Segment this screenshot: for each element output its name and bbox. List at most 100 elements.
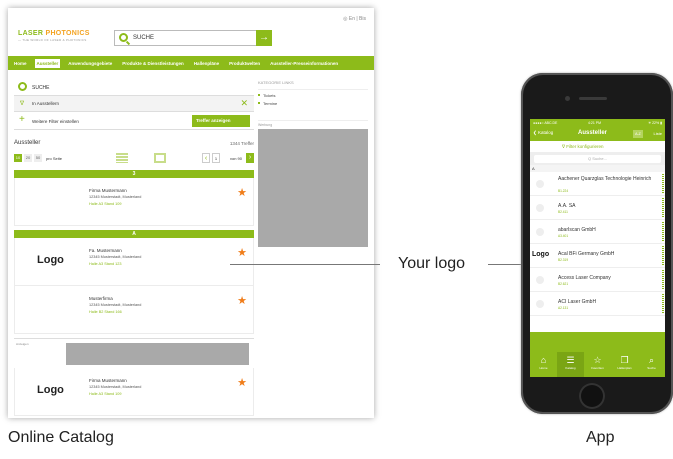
- tab-hallenplan[interactable]: ❐ Hallenplan: [611, 352, 638, 377]
- az-toggle[interactable]: A-Z: [633, 130, 643, 138]
- exhibitor-hall[interactable]: Halle A3 Stand 109: [89, 392, 122, 396]
- sidebar: KATEGORIE LINKS Tickets Termine Werbung: [258, 80, 368, 247]
- exhibitor-name: Access Laser Company: [558, 275, 611, 281]
- site-search[interactable]: SUCHE →: [114, 30, 272, 46]
- nav-anwendungsgebiete[interactable]: Anwendungsgebiete: [66, 59, 114, 68]
- map-icon: ❐: [620, 355, 629, 365]
- show-results-button[interactable]: Treffer anzeigen: [192, 115, 250, 127]
- list-search[interactable]: SUCHE: [14, 80, 254, 96]
- logo-placeholder-icon: [536, 276, 544, 284]
- pagination: 10 20 50 pro Seite ‹ 1 von 90 ›: [14, 152, 254, 166]
- home-icon: ⌂: [540, 355, 547, 365]
- exhibitor-hall: B2.621: [558, 282, 569, 286]
- configure-filter-button[interactable]: ∇ Filter konfigurieren: [562, 144, 604, 150]
- nav-presseinformationen[interactable]: Aussteller-Presseinformationen: [268, 59, 340, 68]
- logo-placeholder-icon: [536, 204, 544, 212]
- index-bar: [662, 174, 664, 194]
- category-link-tickets[interactable]: Tickets: [258, 93, 368, 98]
- exhibitor-name[interactable]: Firma Mustermann: [89, 378, 127, 383]
- app-screen: ●●●●○ ABC.DE 4:21 PM ✳ 22% ▮ ❮ Katalog A…: [530, 119, 665, 377]
- more-filters-link[interactable]: Weitere Filter einstellen: [32, 119, 79, 124]
- back-button[interactable]: ❮ Katalog: [533, 130, 553, 136]
- ad-label: Werbung: [258, 120, 368, 127]
- grid-view-icon[interactable]: [154, 153, 166, 163]
- category-link-termine[interactable]: Termine: [258, 101, 368, 106]
- exhibitor-name[interactable]: Fa. Mustermann: [89, 248, 122, 253]
- nav-aussteller[interactable]: Aussteller: [34, 58, 61, 68]
- page-number-input[interactable]: 1: [212, 153, 220, 163]
- search-icon: [119, 33, 128, 42]
- page-size-20[interactable]: 20: [24, 154, 32, 162]
- home-button[interactable]: [579, 383, 605, 409]
- list-toggle[interactable]: Liste: [654, 131, 662, 136]
- list-item[interactable]: abarIscan GmbH A3.401: [530, 220, 665, 244]
- star-icon[interactable]: ★: [237, 294, 247, 307]
- exhibitor-card[interactable]: Musterfirma 12345 Musterstadt, Musterlan…: [14, 286, 254, 334]
- exhibitor-list: SUCHE ∇ In Ausstellern ✕ + Weitere Filte…: [14, 80, 254, 416]
- arrow-right-icon[interactable]: →: [256, 30, 272, 46]
- list-view-icon[interactable]: [116, 153, 128, 163]
- nav-hallenplaene[interactable]: Hallenpläne: [192, 59, 221, 68]
- star-icon[interactable]: ★: [237, 376, 247, 389]
- page-total: von 90: [229, 156, 242, 161]
- filter-bar: ∇ Filter konfigurieren: [530, 141, 665, 153]
- list-search-input[interactable]: SUCHE: [32, 85, 50, 91]
- status-bar: ●●●●○ ABC.DE 4:21 PM ✳ 22% ▮: [530, 119, 665, 127]
- nav-produkte[interactable]: Produkte & Dienstleistungen: [120, 59, 186, 68]
- tab-favoriten[interactable]: ☆ Favoriten: [584, 352, 611, 377]
- tab-label: Suche: [647, 366, 656, 370]
- list-item[interactable]: Logo Acal BFi Germany GmbH B2.319: [530, 244, 665, 268]
- exhibitor-hall[interactable]: Halle A3 Stand 109: [89, 202, 122, 206]
- app-search-bar: Q Suche...: [530, 153, 665, 165]
- list-item[interactable]: A.A. SA B2.411: [530, 196, 665, 220]
- battery: ✳ 22% ▮: [648, 121, 662, 125]
- exhibitor-hall: B1.224: [558, 189, 569, 193]
- star-icon[interactable]: ★: [237, 186, 247, 199]
- search-icon: [18, 82, 27, 91]
- tab-katalog[interactable]: ☰ Katalog: [557, 352, 584, 377]
- results-count: 1344 Treffer: [229, 141, 254, 146]
- exhibitor-logo: Logo: [37, 254, 64, 266]
- logo-placeholder-icon: [536, 180, 544, 188]
- results-title: Aussteller: [14, 140, 41, 146]
- exhibitor-card[interactable]: Logo Fa. Mustermann 12345 Musterstadt, M…: [14, 238, 254, 286]
- exhibitor-card[interactable]: Firma Mustermann 12345 Musterstadt, Must…: [14, 178, 254, 226]
- exhibitor-name: Aachener Quarzglas Technologie Heinrich: [558, 176, 652, 182]
- chevron-left-icon[interactable]: ‹: [202, 153, 210, 163]
- exhibitor-name[interactable]: Firma Mustermann: [89, 188, 127, 193]
- per-page-label: pro Seite: [46, 156, 63, 161]
- index-bar: [662, 246, 664, 266]
- nav-home[interactable]: Home: [12, 59, 29, 68]
- nav-produktwelten[interactable]: Produktwelten: [227, 59, 262, 68]
- exhibitor-hall[interactable]: Halle A3 Stand 123: [89, 262, 122, 266]
- site-logo[interactable]: LASER PHOTONICS — THE WORLD OF LASER & P…: [18, 30, 90, 42]
- site-search-input[interactable]: SUCHE: [133, 35, 154, 41]
- exhibitor-hall: B2.411: [558, 210, 568, 214]
- language-switch[interactable]: ◎ En | Bis: [343, 16, 366, 22]
- tab-suche[interactable]: ⌕ Suche: [638, 352, 665, 377]
- ad-banner[interactable]: [66, 343, 249, 365]
- tab-home[interactable]: ⌂ Home: [530, 352, 557, 377]
- app-search-input[interactable]: Q Suche...: [534, 155, 661, 163]
- ad-banner[interactable]: [530, 332, 665, 352]
- list-icon: ☰: [566, 355, 575, 365]
- speaker-slot: [579, 97, 607, 100]
- list-item[interactable]: ACI Laser GmbH A2.131: [530, 292, 665, 316]
- ad-banner[interactable]: [258, 129, 368, 247]
- star-icon[interactable]: ★: [237, 246, 247, 259]
- list-item[interactable]: Access Laser Company B2.621: [530, 268, 665, 292]
- exhibitor-name: A.A. SA: [558, 203, 576, 209]
- page-size-50[interactable]: 50: [34, 154, 42, 162]
- exhibitor-name[interactable]: Musterfirma: [89, 296, 113, 301]
- chevron-right-icon[interactable]: ›: [246, 153, 254, 163]
- page-size-10[interactable]: 10: [14, 154, 22, 162]
- close-icon[interactable]: ✕: [240, 98, 248, 109]
- list-item[interactable]: Aachener Quarzglas Technologie Heinrich …: [530, 172, 665, 196]
- index-bar: [662, 198, 664, 218]
- exhibitor-card[interactable]: Logo Firma Mustermann 12345 Musterstadt,…: [14, 368, 254, 416]
- index-bar: [662, 294, 664, 314]
- app-title: Aussteller: [578, 130, 608, 136]
- filter-icon: ∇: [20, 101, 25, 107]
- plus-icon[interactable]: +: [19, 114, 25, 125]
- exhibitor-hall[interactable]: Halle B2 Stand 166: [89, 310, 122, 314]
